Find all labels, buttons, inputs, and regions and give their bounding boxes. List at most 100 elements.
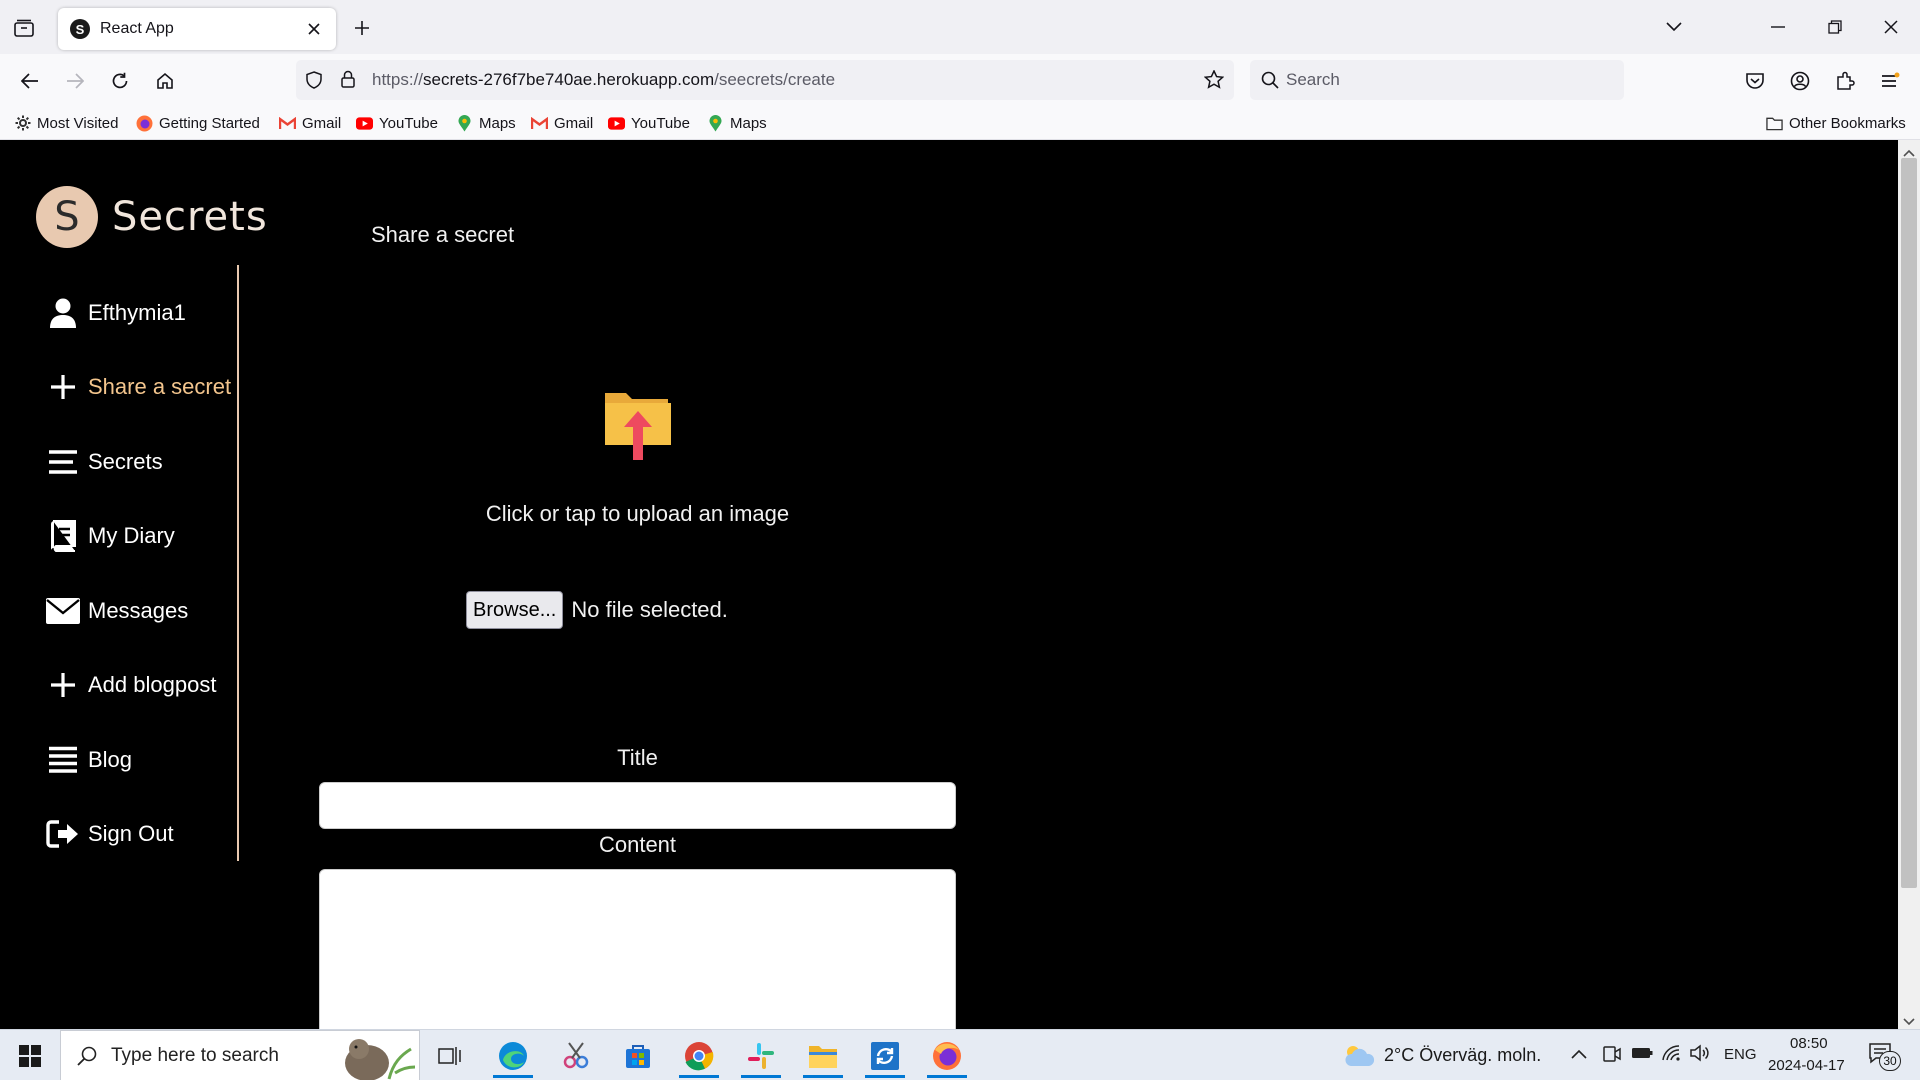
store-icon[interactable]: [614, 1034, 662, 1078]
firefox-icon: [136, 115, 153, 132]
file-explorer-icon[interactable]: [799, 1034, 847, 1078]
meet-now-icon[interactable]: [1603, 1044, 1621, 1069]
back-arrow-icon[interactable]: [15, 66, 45, 96]
task-view-icon[interactable]: [426, 1034, 474, 1078]
upload-folder-icon: [602, 385, 674, 465]
new-tab-icon[interactable]: [348, 14, 376, 42]
sidebar-item-label: Efthymia1: [88, 300, 186, 325]
edge-app-icon[interactable]: [489, 1034, 537, 1078]
bookmark-maps[interactable]: Maps: [456, 113, 516, 133]
account-icon[interactable]: [1785, 66, 1815, 96]
forward-arrow-icon[interactable]: [60, 66, 90, 96]
bookmark-other-bookmarks[interactable]: Other Bookmarks: [1766, 113, 1906, 133]
sidebar-item-add-blogpost[interactable]: Add blogpost: [46, 665, 216, 705]
windows-start-icon[interactable]: [10, 1040, 50, 1072]
weather-cloud-icon[interactable]: [1343, 1042, 1375, 1073]
sidebar-item-my-diary[interactable]: My Diary: [46, 516, 175, 556]
bookmark-star-icon[interactable]: [1203, 69, 1225, 94]
menu-icon[interactable]: [1875, 66, 1905, 96]
bookmark-most-visited[interactable]: Most Visited: [14, 113, 118, 133]
browse-button[interactable]: Browse...: [466, 591, 564, 629]
tab-title: React App: [100, 20, 174, 37]
youtube-icon: [356, 115, 373, 132]
chevron-up-icon[interactable]: [1571, 1046, 1587, 1064]
home-icon[interactable]: [150, 66, 180, 96]
bookmark-gmail-2[interactable]: Gmail: [531, 113, 593, 133]
search-bar[interactable]: Search: [1250, 60, 1624, 100]
sidebar-item-blog[interactable]: Blog: [46, 740, 132, 780]
image-upload-dropzone[interactable]: Click or tap to upload an image: [480, 385, 795, 527]
tab-favicon-icon: S: [70, 19, 90, 39]
search-placeholder: Search: [1286, 70, 1340, 89]
close-icon[interactable]: [304, 19, 324, 39]
extensions-icon[interactable]: [1830, 66, 1860, 96]
chrome-icon[interactable]: [675, 1034, 723, 1078]
restore-icon[interactable]: [1820, 12, 1850, 42]
sidebar-item-secrets[interactable]: Secrets: [46, 442, 163, 482]
volume-icon[interactable]: [1689, 1044, 1709, 1067]
url-bar[interactable]: https://secrets-276f7be740ae.herokuapp.c…: [296, 60, 1234, 100]
page-scrollbar[interactable]: [1898, 140, 1920, 1029]
clock-date[interactable]: 2024-04-17: [1768, 1057, 1845, 1074]
sidebar-item-label: My Diary: [88, 523, 175, 548]
plus-icon: [46, 668, 80, 702]
browser-tab-active[interactable]: S React App: [58, 8, 336, 50]
scroll-down-arrow-icon[interactable]: [1903, 1013, 1915, 1026]
taskbar-search-box[interactable]: Type here to search: [60, 1030, 420, 1080]
snipping-tool-icon[interactable]: [552, 1034, 600, 1078]
bookmark-youtube[interactable]: YouTube: [356, 113, 438, 133]
sidebar-item-label: Share a secret: [88, 374, 232, 399]
list-all-tabs-icon[interactable]: [10, 14, 38, 42]
content-textarea[interactable]: [319, 869, 956, 1029]
sidebar-item-label: Add blogpost: [88, 672, 217, 697]
sidebar-item-label: Blog: [88, 747, 133, 772]
title-label: Title: [617, 745, 658, 770]
window-close-icon[interactable]: [1876, 12, 1906, 42]
sidebar-item-share-a-secret[interactable]: Share a secret: [46, 367, 231, 407]
search-icon: [1261, 71, 1279, 94]
gmail-icon: [531, 115, 548, 132]
sidebar-divider: [237, 265, 239, 861]
remote-app-icon[interactable]: [861, 1034, 909, 1078]
notification-center[interactable]: 30: [1868, 1042, 1904, 1072]
browser-nav-bar: https://secrets-276f7be740ae.herokuapp.c…: [0, 54, 1920, 106]
clock-time[interactable]: 08:50: [1790, 1035, 1828, 1052]
envelope-icon: [46, 594, 80, 628]
list-icon: [46, 445, 80, 479]
weather-text[interactable]: 2°C Överväg. moln.: [1384, 1045, 1541, 1066]
list-icon: [46, 743, 80, 777]
search-highlight-image: [329, 1033, 417, 1080]
bookmark-maps-2[interactable]: Maps: [707, 113, 767, 133]
url-text[interactable]: https://secrets-276f7be740ae.herokuapp.c…: [372, 70, 835, 90]
file-input[interactable]: Browse... No file selected.: [466, 591, 728, 629]
scroll-up-arrow-icon[interactable]: [1903, 144, 1915, 157]
title-field[interactable]: [319, 782, 956, 829]
bookmark-youtube-2[interactable]: YouTube: [608, 113, 690, 133]
scrollbar-thumb[interactable]: [1901, 158, 1917, 888]
reload-icon[interactable]: [105, 66, 135, 96]
slack-icon[interactable]: [737, 1034, 785, 1078]
network-icon[interactable]: [1661, 1044, 1681, 1067]
notification-count-badge: 30: [1879, 1051, 1901, 1071]
tracking-shield-icon[interactable]: [306, 71, 322, 94]
gmail-icon: [279, 115, 296, 132]
pocket-icon[interactable]: [1740, 66, 1770, 96]
firefox-app-icon[interactable]: [923, 1034, 971, 1078]
brand-logo: S: [36, 186, 98, 248]
sidebar-item-profile[interactable]: Efthymia1: [46, 293, 186, 333]
plus-icon: [46, 370, 80, 404]
bookmark-getting-started[interactable]: Getting Started: [136, 113, 260, 133]
minimize-icon[interactable]: [1763, 12, 1793, 42]
brand[interactable]: S Secrets: [36, 186, 268, 248]
diary-icon: [46, 519, 80, 553]
sidebar-item-messages[interactable]: Messages: [46, 591, 188, 631]
bookmark-gmail[interactable]: Gmail: [279, 113, 341, 133]
battery-icon[interactable]: [1631, 1046, 1653, 1065]
sidebar-item-sign-out[interactable]: Sign Out: [46, 814, 174, 854]
maps-icon: [456, 114, 473, 132]
language-indicator[interactable]: ENG: [1724, 1046, 1757, 1063]
tab-overflow-chevron-down-icon[interactable]: [1659, 12, 1689, 42]
lock-icon[interactable]: [340, 70, 356, 93]
search-icon: [77, 1046, 97, 1071]
sidebar-item-label: Messages: [88, 598, 189, 623]
